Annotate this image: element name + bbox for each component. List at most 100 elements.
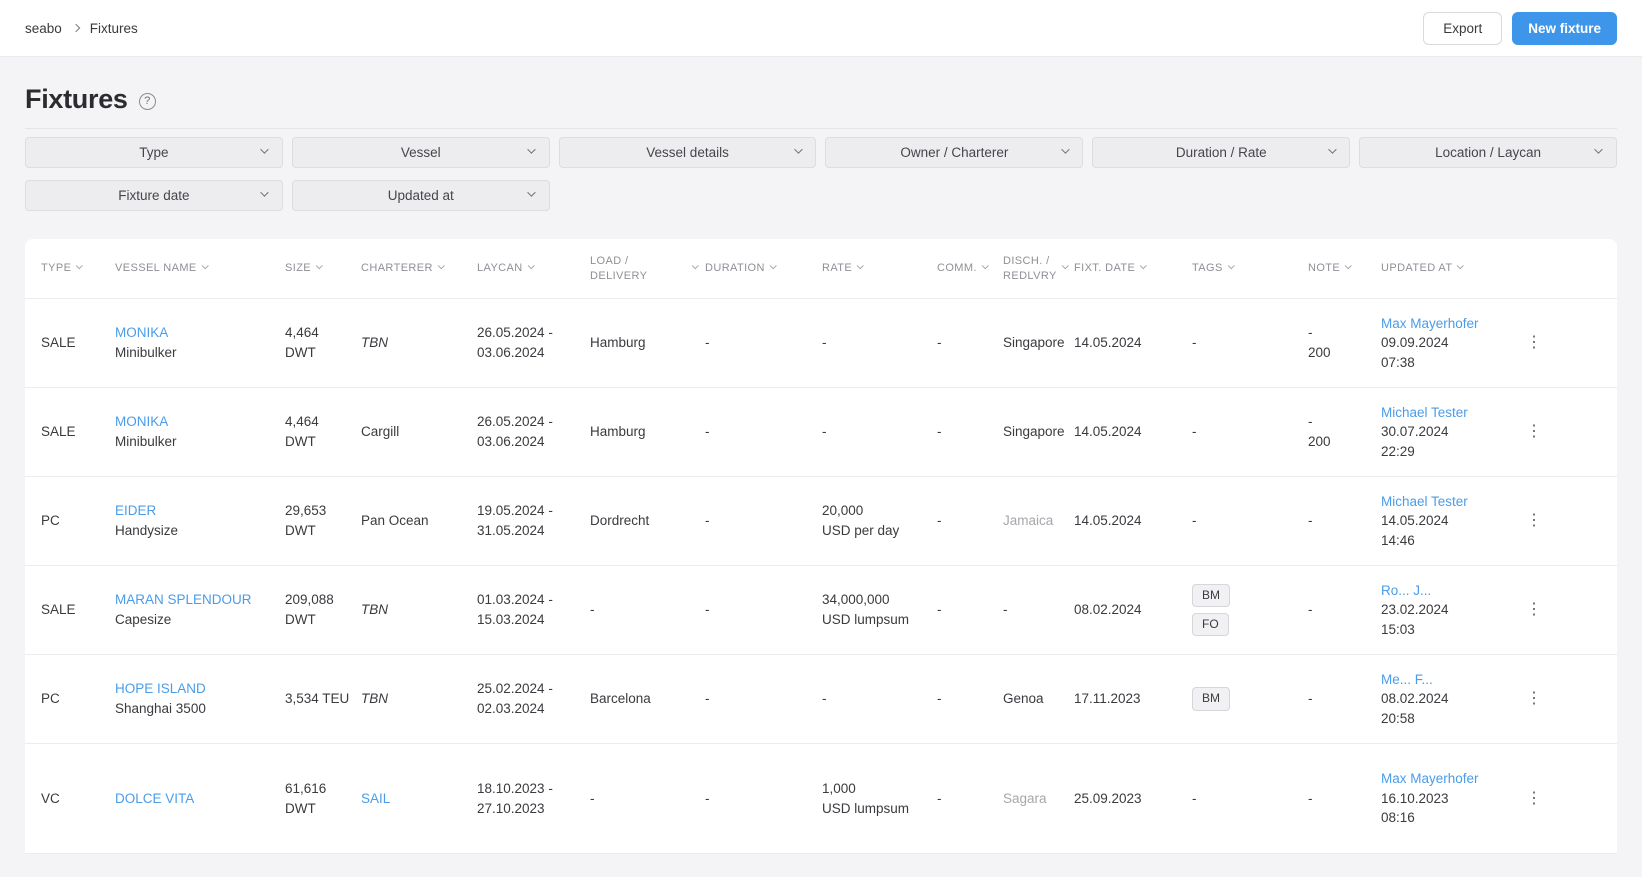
sort-chevron-icon[interactable] (76, 262, 83, 269)
sort-chevron-icon[interactable] (201, 262, 209, 269)
kebab-menu-icon[interactable]: ⋮ (1522, 421, 1546, 442)
type-cell: PC (41, 691, 60, 707)
rate-cell: 20,000 USD per day (822, 503, 900, 538)
chevron-right-icon (71, 23, 81, 33)
comm-cell: - (937, 513, 942, 529)
updated-by-link[interactable]: Michael Tester (1381, 492, 1514, 512)
laycan-cell: 25.02.2024 - 02.03.2024 (477, 681, 553, 716)
kebab-menu-icon[interactable]: ⋮ (1522, 510, 1546, 531)
vessel-cell: MARAN SPLENDOUR Capesize (115, 590, 285, 629)
updated-at-cell: Michael Tester 14.05.2024 14:46 (1381, 492, 1522, 551)
filter-chip-duration-rate[interactable]: Duration / Rate (1092, 137, 1351, 168)
load-delivery-cell: Dordrecht (590, 513, 650, 529)
note-cell: - 200 (1308, 414, 1331, 449)
duration-cell: - (705, 513, 710, 529)
charterer-cell: Pan Ocean (361, 513, 429, 529)
filter-chip-label: Type (139, 145, 169, 160)
filter-chip-owner-charterer[interactable]: Owner / Charterer (825, 137, 1084, 168)
vessel-link[interactable]: MONIKA (115, 323, 277, 343)
filter-chip-vessel[interactable]: Vessel (291, 137, 550, 168)
updated-by-link[interactable]: Max Mayerhofer (1381, 314, 1514, 334)
type-cell: SALE (41, 335, 76, 351)
sort-chevron-icon[interactable] (981, 262, 989, 269)
filter-chip-updated-at[interactable]: Updated at (291, 180, 550, 211)
vessel-link[interactable]: DOLCE VITA (115, 789, 277, 809)
vessel-link[interactable]: MONIKA (115, 412, 277, 432)
size-cell: 209,088 DWT (285, 592, 334, 627)
column-header-comm: COMM. (937, 261, 1003, 276)
kebab-menu-icon[interactable]: ⋮ (1522, 788, 1546, 809)
duration-cell: - (705, 424, 710, 440)
load-delivery-cell: Hamburg (590, 335, 646, 351)
vessel-link[interactable]: EIDER (115, 501, 277, 521)
updated-by-link[interactable]: Ro... J... (1381, 581, 1514, 601)
disch-redlvry-cell: Singapore (1003, 335, 1065, 351)
filter-bar: Type Vessel Vessel details Owner / Chart… (25, 128, 1617, 211)
row-menu-cell: ⋮ (1522, 420, 1601, 443)
vessel-link[interactable]: MARAN SPLENDOUR (115, 590, 277, 610)
row-menu-cell: ⋮ (1522, 687, 1601, 710)
disch-redlvry-cell: Jamaica (1003, 513, 1054, 529)
row-menu-cell: ⋮ (1522, 598, 1601, 621)
rate-cell: - (822, 335, 827, 351)
filter-chip-vessel-details[interactable]: Vessel details (558, 137, 817, 168)
help-icon[interactable]: ? (138, 92, 156, 110)
updated-at-cell: Max Mayerhofer 09.09.2024 07:38 (1381, 314, 1522, 373)
chevron-down-icon (260, 145, 269, 153)
new-fixture-button[interactable]: New fixture (1512, 11, 1617, 45)
sort-chevron-icon[interactable] (1345, 262, 1352, 269)
note-cell: - 200 (1308, 325, 1331, 360)
kebab-menu-icon[interactable]: ⋮ (1522, 332, 1546, 353)
size-cell: 3,534 TEU (285, 691, 350, 707)
column-header-fixt-date: FIXT. DATE (1074, 261, 1192, 276)
chevron-down-icon (527, 188, 536, 196)
charterer-cell: TBN (361, 691, 388, 707)
type-cell: PC (41, 513, 60, 529)
chevron-down-icon (260, 188, 269, 196)
breadcrumb-root[interactable]: seabo (25, 21, 62, 36)
chevron-down-icon (1595, 145, 1603, 153)
sort-chevron-icon[interactable] (316, 262, 323, 269)
filter-chip-fixture-date[interactable]: Fixture date (25, 180, 283, 211)
table-row: PC EIDER Handysize 29,653 DWT Pan Ocean … (25, 477, 1617, 566)
filter-chip-type[interactable]: Type (25, 137, 283, 168)
tags-cell: - (1192, 513, 1197, 529)
sort-chevron-icon[interactable] (437, 262, 445, 269)
sort-chevron-icon[interactable] (1227, 262, 1235, 269)
vessel-cell: DOLCE VITA (115, 789, 285, 809)
note-cell: - (1308, 513, 1313, 529)
sort-chevron-icon[interactable] (1140, 262, 1147, 269)
filter-chip-label: Updated at (387, 188, 454, 203)
column-header-laycan[interactable]: LAYCAN (477, 261, 590, 276)
breadcrumb: seabo Fixtures (25, 21, 138, 36)
sort-chevron-icon[interactable] (1457, 262, 1464, 269)
charterer-cell[interactable]: SAIL (361, 789, 477, 809)
updated-by-link[interactable]: Me... F... (1381, 670, 1514, 690)
filter-chip-location-laycan[interactable]: Location / Laycan (1359, 137, 1617, 168)
sort-chevron-icon[interactable] (527, 262, 535, 269)
tags-cell: BM (1192, 687, 1308, 711)
sort-chevron-icon[interactable] (691, 262, 698, 269)
sort-chevron-icon[interactable] (769, 262, 777, 269)
kebab-menu-icon[interactable]: ⋮ (1522, 599, 1546, 620)
page-content: Fixtures ? Type Vessel Vessel details Ow… (0, 84, 1642, 854)
tag-badge: FO (1192, 613, 1229, 637)
breadcrumb-current[interactable]: Fixtures (90, 21, 138, 36)
updated-by-link[interactable]: Michael Tester (1381, 403, 1514, 423)
updated-by-link[interactable]: Max Mayerhofer (1381, 769, 1514, 789)
sort-chevron-icon[interactable] (857, 262, 864, 269)
export-button[interactable]: Export (1423, 11, 1503, 45)
tags-cell: BM FO (1192, 583, 1308, 637)
column-header-note: NOTE (1308, 261, 1381, 276)
vessel-class: Minibulker (115, 345, 177, 360)
kebab-menu-icon[interactable]: ⋮ (1522, 688, 1546, 709)
note-cell: - (1308, 602, 1313, 618)
filter-row-1: Type Vessel Vessel details Owner / Chart… (25, 137, 1617, 168)
vessel-link[interactable]: HOPE ISLAND (115, 679, 277, 699)
duration-cell: - (705, 335, 710, 351)
table-body: SALE MONIKA Minibulker 4,464 DWT TBN 26.… (25, 299, 1617, 854)
column-header-load-delivery: LOAD / DELIVERY (590, 254, 705, 284)
column-header-disch-redlvry: DISCH. / REDLVRY (1003, 254, 1074, 284)
sort-chevron-icon[interactable] (1061, 262, 1069, 269)
note-cell: - (1308, 790, 1313, 806)
